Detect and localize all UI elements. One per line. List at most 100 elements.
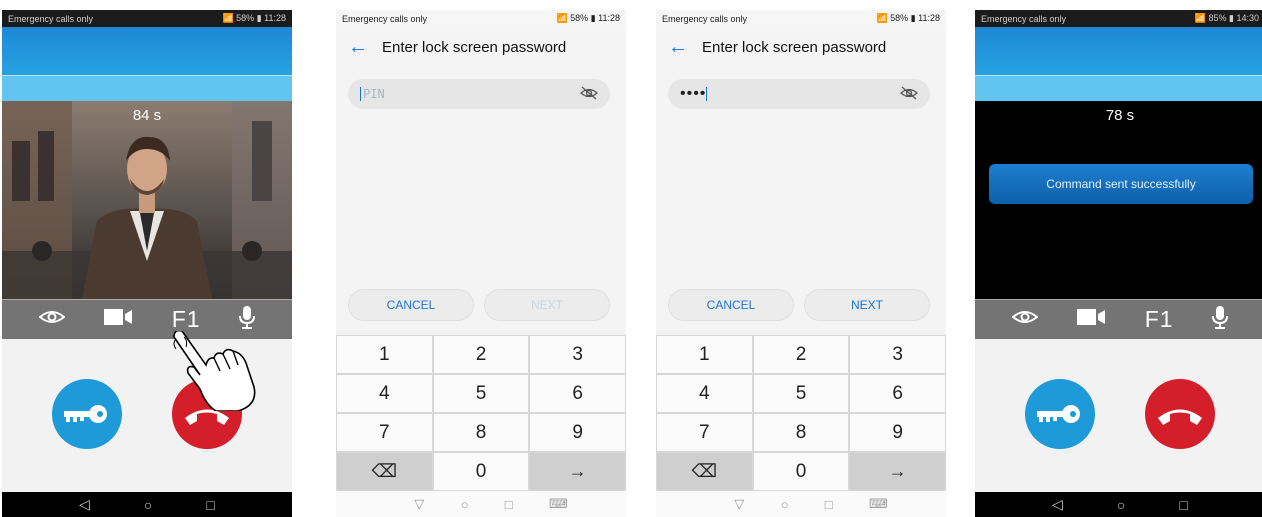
key-7[interactable]: 7 [657, 414, 752, 451]
open-door-button[interactable] [1025, 379, 1095, 449]
numeric-keypad: 1 2 3 4 5 6 7 8 9 ⌫ 0 → [656, 335, 946, 491]
key-4[interactable]: 4 [657, 375, 752, 412]
visitor-video-image [2, 101, 292, 299]
backspace-key[interactable]: ⌫ [337, 453, 432, 490]
recents-nav-icon[interactable]: □ [505, 497, 513, 512]
key-0[interactable]: 0 [433, 453, 529, 490]
key-2[interactable]: 2 [753, 336, 849, 373]
video-camera-icon[interactable] [103, 308, 133, 331]
key-3[interactable]: 3 [850, 336, 945, 373]
status-icons: 📶 58% ▮ 11:28 [556, 13, 620, 23]
pin-value: •••• [680, 85, 707, 102]
back-nav-icon[interactable]: ◁ [79, 496, 90, 513]
keyboard-icon[interactable]: ⌨ [549, 496, 568, 512]
pin-input[interactable]: PIN [348, 79, 610, 109]
carrier-text: Emergency calls only [342, 13, 428, 24]
key-5[interactable]: 5 [433, 375, 529, 412]
video-feed: 84 s [2, 101, 292, 299]
text-caret [360, 87, 361, 101]
open-door-button[interactable] [52, 379, 122, 449]
control-bar: F1 [975, 299, 1262, 339]
password-panel: ← Enter lock screen password PIN CANCEL … [336, 27, 626, 517]
key-icon [64, 405, 107, 423]
key-8[interactable]: 8 [753, 414, 849, 451]
video-camera-icon[interactable] [1076, 308, 1106, 331]
status-icons: 📶 58% ▮ 11:28 [222, 13, 286, 23]
text-caret [706, 87, 708, 101]
carrier-text: Emergency calls only [981, 13, 1067, 24]
pin-input[interactable]: •••• [668, 79, 930, 109]
system-nav-bar: ◁ ○ □ [975, 492, 1262, 517]
key-9[interactable]: 9 [530, 414, 625, 451]
intercom-command-sent-screen: Emergency calls only 📶 85% ▮ 14:30 78 s … [975, 10, 1262, 517]
key-6[interactable]: 6 [530, 375, 625, 412]
system-nav-bar: ▽ ○ □ ⌨ [656, 491, 946, 517]
status-bar: Emergency calls only 📶 85% ▮ 14:30 [975, 10, 1262, 27]
eye-icon[interactable] [1011, 310, 1039, 329]
password-header: ← Enter lock screen password [668, 37, 886, 57]
home-nav-icon[interactable]: ○ [1117, 497, 1125, 513]
key-3[interactable]: 3 [530, 336, 625, 373]
next-button[interactable]: NEXT [484, 289, 610, 321]
status-icons: 📶 85% ▮ 14:30 [1194, 13, 1259, 23]
video-feed: 78 s Command sent successfully [975, 101, 1262, 299]
status-icons: 📶 58% ▮ 11:28 [876, 13, 940, 23]
key-9[interactable]: 9 [850, 414, 945, 451]
recents-nav-icon[interactable]: □ [825, 497, 833, 512]
intercom-call-screen: Emergency calls only 📶 58% ▮ 11:28 84 s … [2, 10, 292, 517]
back-nav-icon[interactable]: ◁ [1052, 496, 1063, 513]
key-4[interactable]: 4 [337, 375, 432, 412]
call-timer: 78 s [1105, 107, 1135, 124]
key-7[interactable]: 7 [337, 414, 432, 451]
key-1[interactable]: 1 [657, 336, 752, 373]
hide-password-icon[interactable] [900, 86, 918, 103]
key-2[interactable]: 2 [433, 336, 529, 373]
key-0[interactable]: 0 [753, 453, 849, 490]
enter-key[interactable]: → [850, 453, 945, 490]
app-header [2, 27, 292, 101]
tap-hand-icon [173, 331, 256, 411]
password-header: ← Enter lock screen password [348, 37, 566, 57]
key-1[interactable]: 1 [337, 336, 432, 373]
hide-password-icon[interactable] [580, 86, 598, 103]
home-nav-icon[interactable]: ○ [781, 497, 789, 512]
keyboard-icon[interactable]: ⌨ [869, 496, 888, 512]
back-nav-icon[interactable]: ▽ [414, 496, 424, 512]
password-panel: ← Enter lock screen password •••• CANCEL… [656, 27, 946, 517]
success-toast: Command sent successfully [989, 164, 1253, 204]
key-8[interactable]: 8 [433, 414, 529, 451]
f1-button[interactable]: F1 [1145, 306, 1174, 333]
eye-icon[interactable] [38, 310, 66, 329]
recents-nav-icon[interactable]: □ [1179, 497, 1187, 513]
password-actions: CANCEL NEXT [668, 289, 930, 321]
microphone-icon[interactable] [238, 305, 255, 334]
password-actions: CANCEL NEXT [348, 289, 610, 321]
home-nav-icon[interactable]: ○ [144, 497, 152, 513]
recents-nav-icon[interactable]: □ [206, 497, 214, 513]
pin-placeholder: PIN [363, 87, 385, 101]
system-nav-bar: ◁ ○ □ [2, 492, 292, 517]
cancel-button[interactable]: CANCEL [668, 289, 794, 321]
backspace-key[interactable]: ⌫ [657, 453, 752, 490]
microphone-icon[interactable] [1211, 305, 1228, 334]
numeric-keypad: 1 2 3 4 5 6 7 8 9 ⌫ 0 → [336, 335, 626, 491]
enter-key[interactable]: → [530, 453, 625, 490]
status-bar: Emergency calls only 📶 58% ▮ 11:28 [656, 10, 946, 27]
status-bar: Emergency calls only 📶 58% ▮ 11:28 [2, 10, 292, 27]
back-nav-icon[interactable]: ▽ [734, 496, 744, 512]
hang-up-button[interactable] [1145, 379, 1215, 449]
f1-button[interactable]: F1 [172, 306, 201, 333]
home-nav-icon[interactable]: ○ [461, 497, 469, 512]
key-6[interactable]: 6 [850, 375, 945, 412]
cancel-button[interactable]: CANCEL [348, 289, 474, 321]
status-bar: Emergency calls only 📶 58% ▮ 11:28 [336, 10, 626, 27]
next-button[interactable]: NEXT [804, 289, 930, 321]
call-actions-area [975, 339, 1262, 492]
carrier-text: Emergency calls only [662, 13, 748, 24]
key-5[interactable]: 5 [753, 375, 849, 412]
phone-hangup-icon [1158, 409, 1202, 425]
back-arrow-icon[interactable]: ← [668, 37, 688, 57]
back-arrow-icon[interactable]: ← [348, 37, 368, 57]
call-timer: 84 s [132, 107, 162, 124]
password-screen-empty: Emergency calls only 📶 58% ▮ 11:28 ← Ent… [336, 10, 626, 517]
